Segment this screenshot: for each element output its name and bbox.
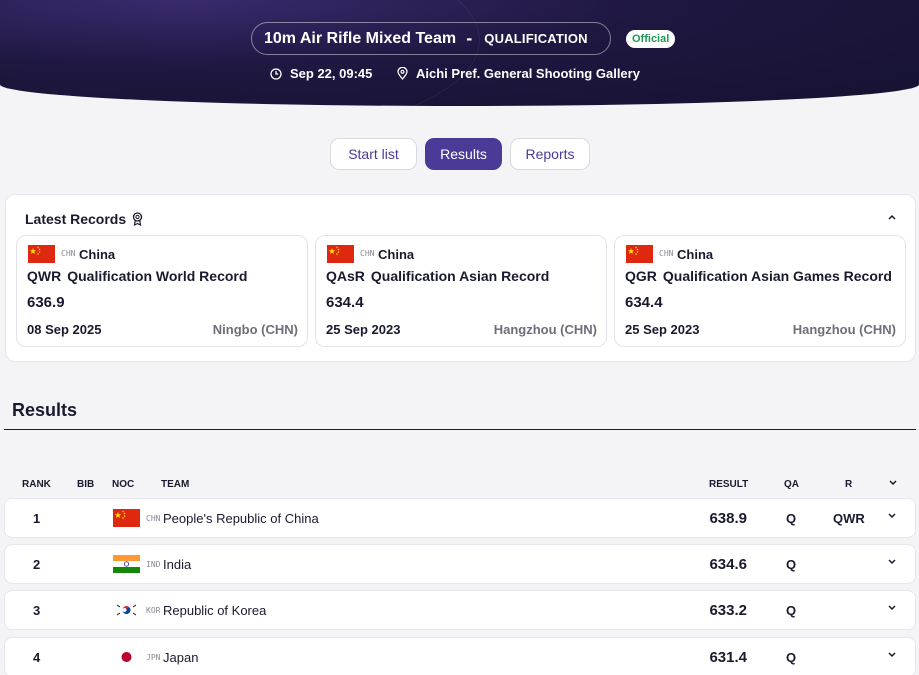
team-name: India: [163, 557, 192, 572]
china-flag-icon: [327, 245, 354, 263]
col-result: RESULT: [709, 479, 749, 490]
record-score: 634.4: [625, 294, 663, 311]
record-type: QGR Qualification Asian Games Record: [625, 268, 892, 284]
official-badge: Official: [626, 30, 676, 48]
noc-code: CHN: [61, 249, 76, 258]
chevron-down-icon[interactable]: [887, 558, 897, 566]
title-separator: -: [466, 29, 473, 48]
row-rank: 3: [33, 603, 41, 618]
event-name: 10m Air Rifle Mixed Team: [264, 29, 457, 47]
india-flag-icon: [113, 555, 140, 573]
team-result: 633.2: [709, 602, 747, 619]
qualification-mark: Q: [786, 650, 797, 665]
record-country: China: [79, 247, 116, 262]
event-venue: Aichi Pref. General Shooting Gallery: [397, 66, 640, 81]
chevron-down-icon[interactable]: [887, 604, 897, 612]
chevron-down-icon[interactable]: [887, 651, 897, 659]
noc-code: CHN: [360, 249, 375, 258]
event-header: 10m Air Rifle Mixed Team - QUALIFICATION…: [0, 0, 919, 106]
tab-start-list[interactable]: Start list: [330, 138, 417, 170]
record-name: Qualification Asian Record: [370, 268, 550, 284]
col-r: R: [845, 479, 853, 490]
team-name: People's Republic of China: [163, 511, 319, 526]
results-heading: Results: [12, 400, 78, 420]
results-divider: [4, 429, 916, 430]
team-name: Japan: [163, 650, 199, 665]
location-pin-icon: [397, 67, 408, 80]
japan-flag-icon: [113, 648, 140, 666]
noc-code: IND: [146, 560, 161, 569]
col-team: TEAM: [161, 479, 190, 490]
record-abbr: QWR: [27, 268, 62, 284]
record-abbr: QAsR: [326, 268, 365, 284]
table-row[interactable]: 1 CHN People's Republic of China 638.9 Q…: [4, 498, 916, 538]
team-result: 634.6: [709, 556, 747, 573]
team-name: Republic of Korea: [163, 603, 267, 618]
record-abbr: QGR: [625, 268, 657, 284]
record-date: 08 Sep 2025: [27, 322, 102, 337]
venue-text: Aichi Pref. General Shooting Gallery: [416, 66, 640, 81]
record-location: Hangzhou (CHN): [493, 322, 597, 337]
record-date: 25 Sep 2023: [326, 322, 401, 337]
record-mark: QWR: [833, 511, 865, 526]
record-score: 636.9: [27, 294, 65, 311]
event-datetime: Sep 22, 09:45: [270, 66, 372, 81]
team-result: 638.9: [709, 510, 747, 527]
noc-code: JPN: [146, 653, 161, 662]
record-name: Qualification World Record: [67, 268, 248, 284]
korea-flag-icon: [113, 601, 140, 619]
record-card: CHN China QWR Qualification World Record …: [16, 235, 308, 347]
col-rank: RANK: [22, 479, 51, 490]
qualification-mark: Q: [786, 603, 797, 618]
noc-code: KOR: [146, 606, 161, 615]
record-name: Qualification Asian Games Record: [662, 268, 892, 284]
table-row[interactable]: 3 KOR Republic of Korea 633.2 Q: [4, 590, 916, 630]
record-country: China: [677, 247, 714, 262]
datetime-text: Sep 22, 09:45: [290, 66, 373, 81]
noc-code: CHN: [146, 514, 161, 523]
qualification-mark: Q: [786, 557, 797, 572]
china-flag-icon: [626, 245, 653, 263]
record-card: CHN China QGR Qualification Asian Games R…: [614, 235, 906, 347]
row-rank: 4: [33, 650, 41, 665]
chevron-up-icon[interactable]: [887, 213, 897, 221]
event-phase: QUALIFICATION: [484, 31, 588, 46]
record-location: Ningbo (CHN): [212, 322, 298, 337]
record-card: CHN China QAsR Qualification Asian Record…: [315, 235, 607, 347]
qualification-mark: Q: [786, 511, 797, 526]
team-result: 631.4: [709, 649, 747, 666]
record-country: China: [378, 247, 415, 262]
record-location: Hangzhou (CHN): [792, 322, 896, 337]
china-flag-icon: [28, 245, 55, 263]
records-title: Latest Records: [25, 211, 127, 227]
col-qa: QA: [784, 479, 799, 490]
medal-icon: [133, 212, 143, 226]
record-score: 634.4: [326, 294, 364, 311]
clock-icon: [270, 67, 282, 80]
col-bib: BIB: [77, 479, 95, 490]
event-title-pill: 10m Air Rifle Mixed Team - QUALIFICATION: [251, 22, 611, 55]
chevron-down-icon[interactable]: [887, 512, 897, 520]
col-noc: NOC: [112, 479, 135, 490]
tab-results[interactable]: Results: [425, 138, 502, 170]
latest-records-panel: Latest Records CHN China QWR Qualificatio…: [5, 194, 916, 362]
china-flag-icon: [113, 509, 140, 527]
row-rank: 2: [33, 557, 41, 572]
record-date: 25 Sep 2023: [625, 322, 700, 337]
record-type: QAsR Qualification Asian Record: [326, 268, 549, 284]
table-row[interactable]: 2 IND India 634.6 Q: [4, 544, 916, 584]
table-row[interactable]: 4 JPN Japan 631.4 Q: [4, 637, 916, 675]
tab-reports[interactable]: Reports: [510, 138, 590, 170]
view-tabs: Start list Results Reports: [330, 138, 590, 170]
noc-code: CHN: [659, 249, 674, 258]
chevron-down-icon[interactable]: [888, 479, 898, 487]
records-header[interactable]: Latest Records: [25, 211, 143, 227]
row-rank: 1: [33, 511, 41, 526]
record-type: QWR Qualification World Record: [27, 268, 247, 284]
